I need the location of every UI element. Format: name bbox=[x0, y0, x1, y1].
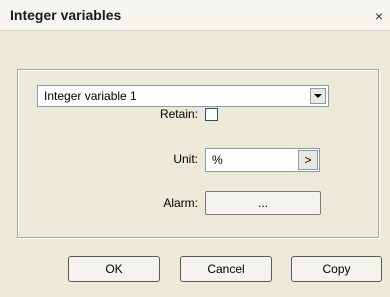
chevron-down-icon[interactable] bbox=[310, 88, 326, 104]
title-bar: Integer variables × bbox=[0, 0, 390, 31]
window-title: Integer variables bbox=[10, 7, 122, 23]
retain-checkbox[interactable] bbox=[205, 108, 218, 121]
integer-variables-dialog: Integer variables × Integer variable 1 R… bbox=[0, 0, 390, 297]
cancel-button[interactable]: Cancel bbox=[180, 256, 272, 282]
alarm-button[interactable]: ... bbox=[205, 191, 321, 215]
ok-button[interactable]: OK bbox=[68, 256, 160, 282]
unit-label: Unit: bbox=[173, 152, 198, 166]
close-icon[interactable]: × bbox=[372, 9, 386, 23]
alarm-label: Alarm: bbox=[163, 196, 198, 210]
unit-field[interactable]: % > bbox=[205, 148, 320, 172]
copy-button[interactable]: Copy bbox=[291, 256, 382, 282]
retain-label: Retain: bbox=[159, 107, 198, 121]
unit-value: % bbox=[212, 153, 223, 167]
variable-select[interactable]: Integer variable 1 bbox=[37, 85, 329, 107]
unit-select-button[interactable]: > bbox=[298, 150, 318, 170]
variable-select-value: Integer variable 1 bbox=[44, 89, 137, 103]
